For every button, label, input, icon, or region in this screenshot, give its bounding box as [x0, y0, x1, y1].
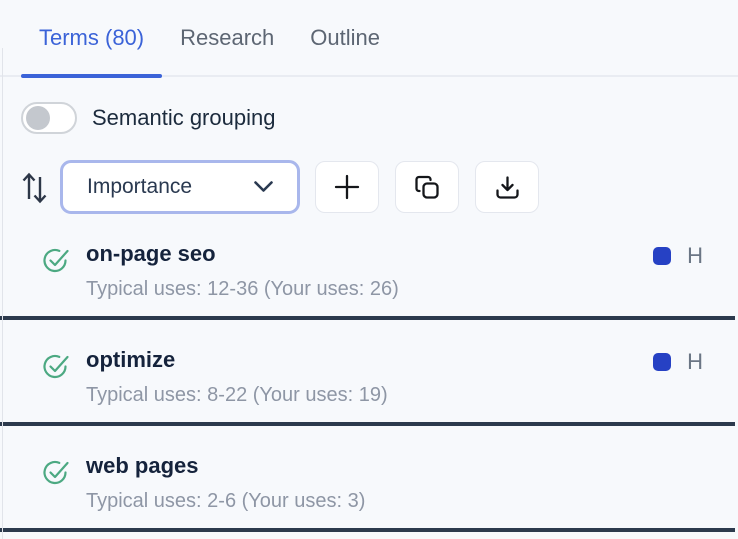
term-usage-stats: Typical uses: 2-6 (Your uses: 3)	[86, 490, 366, 512]
term-name: optimize	[86, 347, 176, 372]
download-terms-button[interactable]	[475, 161, 539, 213]
chevron-down-icon	[254, 181, 273, 192]
tab-outline[interactable]: Outline	[292, 0, 398, 75]
download-icon	[495, 175, 519, 199]
add-term-button[interactable]	[315, 161, 379, 213]
term-usage-stats: Typical uses: 12-36 (Your uses: 26)	[86, 278, 399, 300]
term-list: on-page seo Typical uses: 12-36 (Your us…	[0, 214, 738, 532]
controls-row: Importance	[20, 160, 738, 214]
term-name: web pages	[86, 453, 199, 478]
sort-by-dropdown[interactable]: Importance	[60, 160, 300, 214]
semantic-grouping-toggle[interactable]	[21, 102, 77, 134]
tab-research-label: Research	[180, 24, 275, 50]
term-importance: H	[653, 349, 703, 375]
term-row-on-page-seo[interactable]: on-page seo Typical uses: 12-36 (Your us…	[0, 214, 735, 320]
tab-terms[interactable]: Terms (80)	[21, 0, 163, 78]
tab-bar: Terms (80) Research Outline	[0, 0, 738, 78]
term-row-optimize[interactable]: optimize Typical uses: 8-22 (Your uses: …	[0, 320, 735, 426]
tab-outline-label: Outline	[310, 24, 380, 50]
semantic-grouping-label: Semantic grouping	[92, 105, 276, 130]
sort-arrows-icon	[22, 172, 47, 204]
term-importance: H	[653, 243, 703, 269]
tab-terms-label: Terms (80)	[39, 24, 145, 50]
check-circle-icon	[43, 248, 69, 273]
importance-badge-icon	[653, 353, 672, 371]
semantic-grouping-row: Semantic grouping	[21, 102, 738, 134]
check-circle-icon	[43, 354, 69, 379]
term-usage-stats: Typical uses: 8-22 (Your uses: 19)	[86, 384, 388, 406]
plus-icon	[334, 174, 360, 200]
toggle-knob	[26, 106, 50, 130]
sort-by-value: Importance	[87, 175, 193, 198]
check-circle-icon	[43, 460, 69, 485]
copy-terms-button[interactable]	[395, 161, 459, 213]
importance-badge-icon	[653, 247, 672, 265]
term-row-web-pages[interactable]: web pages Typical uses: 2-6 (Your uses: …	[0, 426, 735, 532]
term-name: on-page seo	[86, 241, 216, 266]
sort-direction-button[interactable]	[20, 167, 60, 207]
copy-icon	[414, 175, 439, 199]
importance-letter: H	[687, 243, 703, 268]
importance-letter: H	[687, 349, 703, 374]
tab-research[interactable]: Research	[162, 0, 292, 75]
panel-left-divider	[2, 48, 3, 539]
